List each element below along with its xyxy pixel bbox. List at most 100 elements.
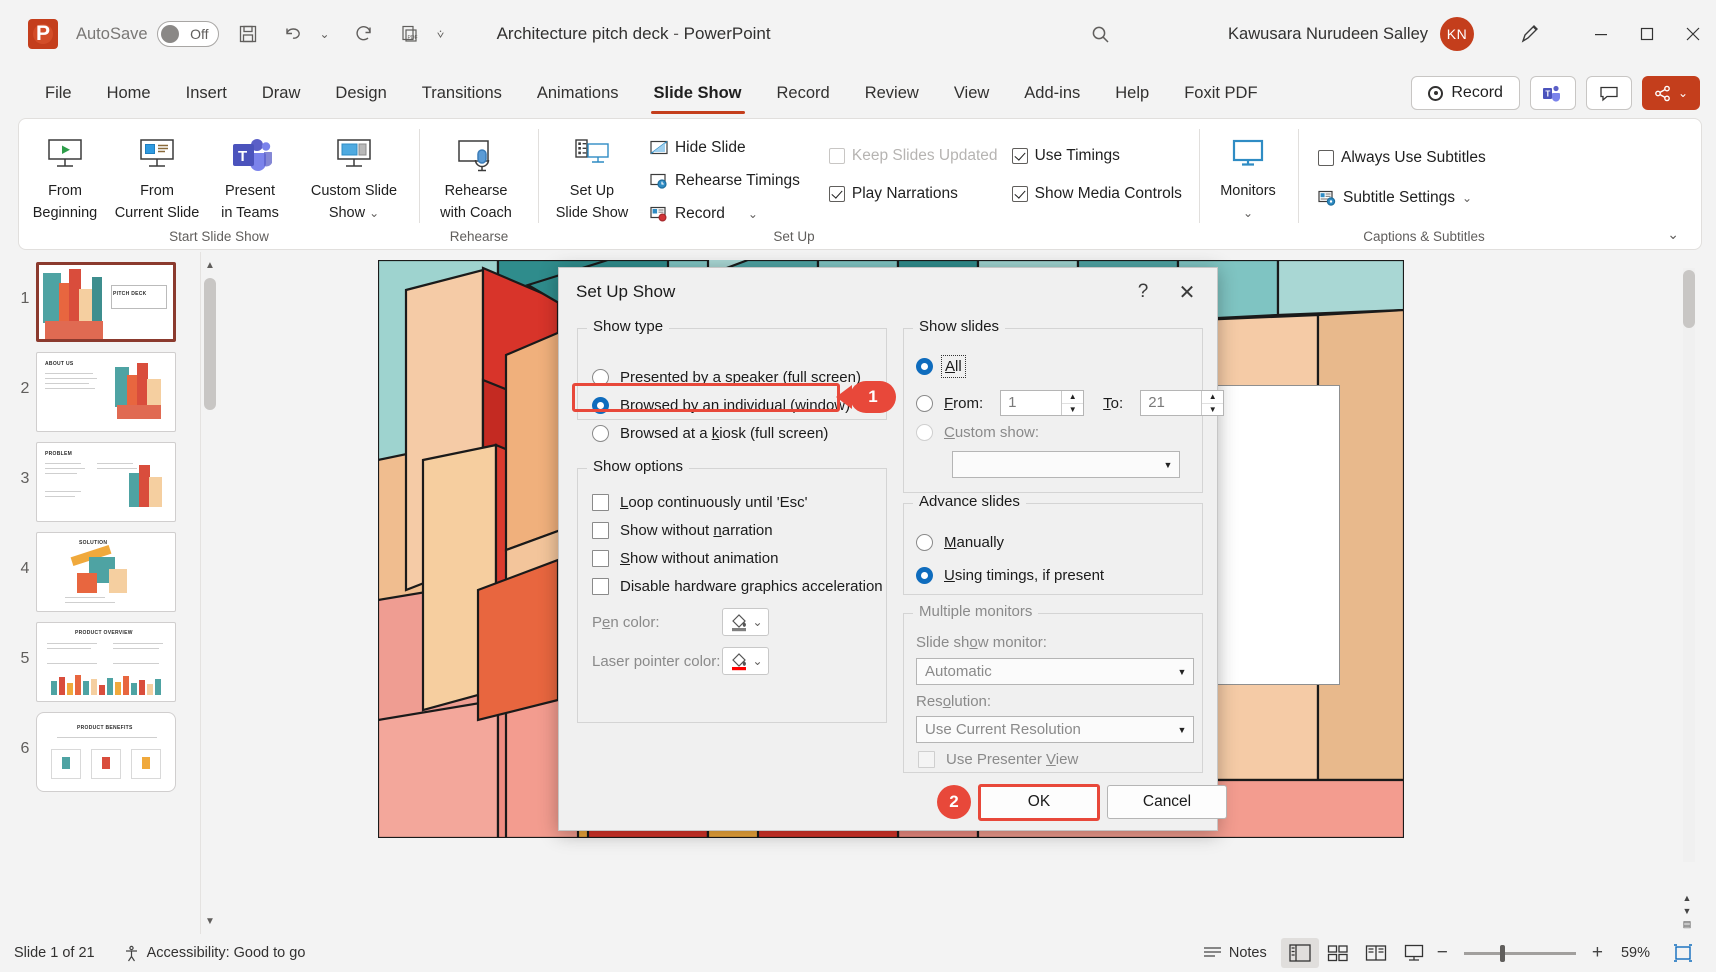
undo-chevron-down-icon[interactable]: ⌄ — [315, 17, 335, 51]
from-slide-value[interactable]: 1 — [1001, 391, 1061, 415]
checkbox-show-without-narration[interactable]: Show without narration — [592, 522, 773, 539]
undo-icon[interactable] — [277, 17, 311, 51]
laser-pointer-chevron-down-icon[interactable]: ⌄ — [752, 654, 762, 668]
tab-slide-show[interactable]: Slide Show — [639, 78, 757, 114]
minimize-button[interactable] — [1578, 12, 1624, 56]
to-slide-spinner[interactable]: 21 ▲ ▼ — [1140, 390, 1225, 416]
radio-browsed-at-kiosk[interactable]: Browsed at a kiosk (full screen) — [592, 425, 828, 442]
show-media-controls-checkbox[interactable]: Show Media Controls — [1007, 179, 1199, 209]
maximize-button[interactable] — [1624, 12, 1670, 56]
tab-add-ins[interactable]: Add-ins — [1009, 78, 1095, 109]
avatar[interactable]: KN — [1440, 17, 1474, 51]
pen-color-button[interactable]: ⌄ — [722, 608, 769, 636]
slide-show-monitor-combobox[interactable]: Automatic ▼ — [916, 658, 1194, 685]
thumbnail-slide-2[interactable]: ABOUT US — [36, 352, 176, 432]
document-title[interactable]: Architecture pitch deck - PowerPoint — [497, 24, 771, 44]
view-slide-sorter-button[interactable] — [1319, 938, 1357, 968]
rehearse-timings-button[interactable]: Rehearse Timings — [645, 166, 824, 196]
tab-file[interactable]: File — [30, 78, 87, 109]
tab-insert[interactable]: Insert — [171, 78, 242, 109]
from-spinner-down-icon[interactable]: ▼ — [1062, 404, 1083, 416]
thumbnail-slide-6[interactable]: PRODUCT BENEFITS — [36, 712, 176, 792]
radio-presented-by-speaker[interactable]: Presented by a speaker (full screen) — [592, 369, 861, 386]
custom-show-chevron-down-icon[interactable]: ▼ — [1157, 452, 1179, 477]
keep-slides-updated-checkbox[interactable]: Keep Slides Updated — [824, 141, 1007, 171]
always-use-subtitles-checkbox[interactable]: Always Use Subtitles — [1313, 143, 1491, 173]
scroll-up-arrow-icon[interactable]: ▲ — [201, 254, 218, 276]
thumbnail-slide-1[interactable]: PITCH DECK — [36, 262, 176, 342]
from-slide-spinner[interactable]: 1 ▲ ▼ — [1000, 390, 1085, 416]
thumbnail-scrollbar[interactable]: ▲ ▼ — [200, 252, 218, 934]
record-chevron-down-icon[interactable]: ⌄ — [748, 207, 758, 221]
search-icon[interactable] — [1082, 16, 1118, 52]
radio-all-slides[interactable]: All — [916, 355, 966, 378]
to-spinner-up-icon[interactable]: ▲ — [1202, 391, 1224, 404]
radio-custom-show[interactable]: Custom show: — [916, 424, 1039, 441]
save-icon[interactable] — [231, 17, 265, 51]
tab-animations[interactable]: Animations — [522, 78, 634, 109]
subtitle-settings-chevron-down-icon[interactable]: ⌄ — [1462, 191, 1472, 205]
use-timings-checkbox[interactable]: Use Timings — [1007, 141, 1199, 171]
from-beginning-button[interactable]: From Beginning — [19, 125, 111, 222]
tab-view[interactable]: View — [939, 78, 1004, 109]
dialog-close-icon[interactable]: ✕ — [1167, 276, 1207, 308]
customize-quick-access-icon[interactable]: ⩒ — [431, 17, 451, 51]
cancel-button[interactable]: Cancel — [1107, 785, 1227, 819]
collapse-ribbon-chevron-icon[interactable]: ⌄ — [1667, 226, 1679, 243]
ok-button[interactable]: OK — [979, 785, 1099, 819]
checkbox-show-without-animation[interactable]: Show without animation — [592, 550, 778, 567]
record-ribbon-button[interactable]: Record ⌄ — [645, 199, 824, 229]
thumbnail-slide-5[interactable]: PRODUCT OVERVIEW — [36, 622, 176, 702]
rehearse-with-coach-button[interactable]: Rehearse with Coach — [420, 125, 532, 222]
previous-slide-arrow-icon[interactable]: ▲ — [1683, 893, 1692, 903]
redo-icon[interactable] — [347, 17, 381, 51]
zoom-out-button[interactable]: − — [1433, 942, 1452, 964]
from-current-slide-button[interactable]: From Current Slide — [111, 125, 203, 222]
zoom-slider[interactable] — [1463, 944, 1576, 962]
share-button[interactable]: ⌄ — [1641, 76, 1700, 110]
monitors-chevron-down-icon[interactable]: ⌄ — [1243, 206, 1253, 220]
view-normal-button[interactable] — [1280, 938, 1319, 968]
to-slide-value[interactable]: 21 — [1141, 391, 1201, 415]
tab-design[interactable]: Design — [320, 78, 401, 109]
zoom-slider-knob[interactable] — [1499, 944, 1505, 962]
to-spinner-down-icon[interactable]: ▼ — [1202, 404, 1223, 416]
fit-slide-icon[interactable]: ▤ — [1683, 919, 1692, 930]
subtitle-settings-button[interactable]: Subtitle Settings ⌄ — [1313, 183, 1491, 213]
tab-home[interactable]: Home — [92, 78, 166, 109]
checkbox-loop-continuously[interactable]: Loop continuously until 'Esc' — [592, 494, 808, 511]
close-button[interactable] — [1670, 12, 1716, 56]
thumbnail-slide-4[interactable]: SOLUTION — [36, 532, 176, 612]
tab-foxit-pdf[interactable]: Foxit PDF — [1169, 78, 1272, 109]
zoom-level[interactable]: 59% — [1607, 945, 1664, 961]
pen-color-chevron-down-icon[interactable]: ⌄ — [752, 615, 762, 629]
canvas-vertical-scrollbar[interactable] — [1680, 252, 1698, 878]
thumbnail-scroll-thumb[interactable] — [204, 278, 216, 410]
custom-slide-show-chevron-down-icon[interactable]: ⌄ — [369, 206, 379, 220]
radio-browsed-by-individual[interactable]: Browsed by an individual (window) — [592, 397, 850, 414]
tab-draw[interactable]: Draw — [247, 78, 316, 109]
tab-record[interactable]: Record — [762, 78, 845, 109]
checkbox-disable-hw-accel[interactable]: Disable hardware graphics acceleration — [592, 578, 883, 595]
laser-pointer-color-button[interactable]: ⌄ — [722, 647, 769, 675]
custom-slide-show-button[interactable]: Custom Slide Show ⌄ — [296, 125, 412, 222]
monitors-button[interactable]: Monitors ⌄ — [1200, 125, 1296, 222]
custom-show-combobox[interactable]: ▼ — [952, 451, 1180, 478]
tab-help[interactable]: Help — [1100, 78, 1164, 109]
set-up-slide-show-button[interactable]: Set Up Slide Show — [539, 125, 645, 222]
tab-review[interactable]: Review — [850, 78, 934, 109]
comments-button[interactable] — [1585, 76, 1632, 110]
radio-from-slides[interactable]: From: 1 ▲ ▼ To: 21 ▲ ▼ — [916, 390, 1225, 416]
tab-transitions[interactable]: Transitions — [407, 78, 517, 109]
zoom-in-button[interactable]: + — [1588, 942, 1607, 964]
present-in-teams-button-ribbon[interactable]: T Present in Teams — [204, 125, 296, 222]
radio-advance-using-timings[interactable]: Using timings, if present — [916, 567, 1104, 584]
hide-slide-button[interactable]: Hide Slide — [645, 133, 824, 163]
canvas-scroll-thumb[interactable] — [1683, 270, 1695, 328]
view-reading-button[interactable] — [1357, 938, 1395, 968]
next-slide-arrow-icon[interactable]: ▼ — [1683, 906, 1692, 916]
radio-advance-manually[interactable]: Manually — [916, 534, 1004, 551]
view-slide-show-button[interactable] — [1395, 938, 1433, 968]
record-button[interactable]: Record — [1411, 76, 1520, 110]
pen-icon[interactable] — [1510, 17, 1550, 51]
